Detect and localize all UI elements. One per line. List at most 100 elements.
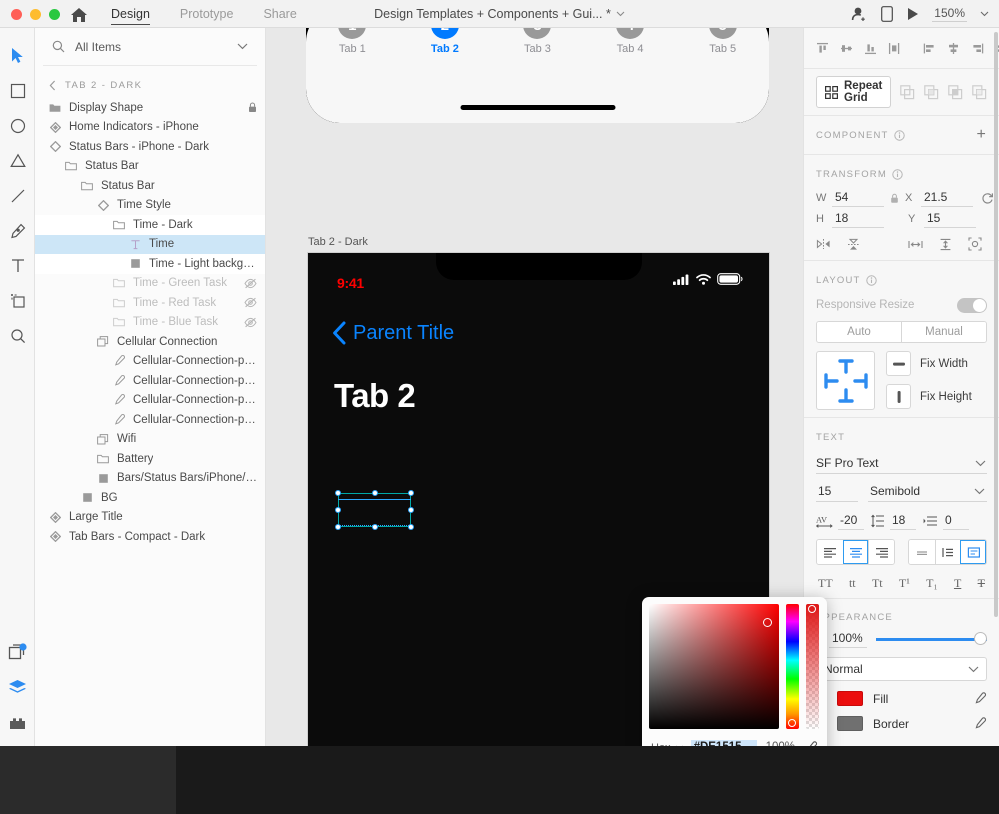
- chevron-left-icon[interactable]: [49, 80, 56, 91]
- auto-height-text-icon[interactable]: [935, 540, 961, 564]
- layer-row[interactable]: Time - Blue Task: [35, 313, 265, 333]
- artboard-tabbar-light[interactable]: 1 Tab 12 Tab 23 Tab 34 Tab 45 Tab 5: [306, 28, 769, 123]
- fixed-height-text-icon[interactable]: [909, 540, 935, 564]
- eyedropper-icon[interactable]: [973, 717, 987, 731]
- info-icon[interactable]: [894, 130, 905, 141]
- resize-handle-se[interactable]: [408, 524, 414, 530]
- layer-row[interactable]: Large Title: [35, 508, 265, 528]
- select-tool[interactable]: [0, 38, 35, 73]
- distribute-right-icon[interactable]: [971, 42, 984, 55]
- distribute-center-icon[interactable]: [947, 42, 960, 55]
- flip-horizontal-icon[interactable]: [816, 238, 831, 250]
- layer-row[interactable]: Cellular-Connection-path: [35, 410, 265, 430]
- width-value[interactable]: 54: [832, 189, 884, 207]
- align-text-center-icon[interactable]: [843, 540, 869, 564]
- border-color-swatch[interactable]: [837, 716, 863, 731]
- layer-row[interactable]: BG: [35, 488, 265, 508]
- y-value[interactable]: 15: [924, 210, 976, 228]
- layer-row[interactable]: Cellular Connection: [35, 332, 265, 352]
- tab-item-5[interactable]: 5 Tab 5: [676, 28, 769, 55]
- opacity-slider-knob[interactable]: [974, 632, 987, 645]
- link-aspect-icon[interactable]: [890, 193, 899, 204]
- constraints-icon[interactable]: [816, 351, 875, 410]
- lowercase-button[interactable]: tt: [849, 576, 856, 591]
- fill-color-swatch[interactable]: [837, 691, 863, 706]
- layout-mode-manual[interactable]: Manual: [901, 322, 986, 342]
- subtract-icon[interactable]: [924, 85, 939, 100]
- search-input[interactable]: All Items: [75, 40, 237, 54]
- tab-prototype[interactable]: Prototype: [165, 0, 249, 28]
- play-icon[interactable]: [906, 7, 919, 21]
- align-bottom-icon[interactable]: [864, 42, 877, 55]
- font-family-select[interactable]: SF Pro Text: [816, 453, 987, 474]
- resize-handle-nw[interactable]: [335, 490, 341, 496]
- layer-row[interactable]: Cellular-Connection-path: [35, 371, 265, 391]
- resize-handle-sw[interactable]: [335, 524, 341, 530]
- fix-width-icon[interactable]: [886, 351, 911, 376]
- opacity-value[interactable]: 100%: [829, 630, 867, 648]
- tab-item-2[interactable]: 2 Tab 2: [399, 28, 492, 55]
- layer-row[interactable]: Cellular-Connection-path: [35, 391, 265, 411]
- align-text-left-icon[interactable]: [817, 540, 843, 564]
- chevron-down-icon[interactable]: [237, 43, 248, 50]
- tracking-field[interactable]: AV -20: [816, 512, 864, 530]
- opacity-slider[interactable]: [876, 632, 987, 646]
- x-value[interactable]: 21.5: [921, 189, 973, 207]
- layer-row[interactable]: Status Bar: [35, 176, 265, 196]
- font-size-input[interactable]: 15: [816, 481, 858, 502]
- status-time-text[interactable]: 9:41: [337, 275, 364, 291]
- alpha-cursor[interactable]: [808, 605, 816, 613]
- layer-row[interactable]: Tab Bars - Compact - Dark: [35, 527, 265, 547]
- plus-icon[interactable]: +: [976, 127, 987, 143]
- navigation-back-button[interactable]: Parent Title: [332, 321, 454, 345]
- ellipse-tool[interactable]: [0, 108, 35, 143]
- eye-off-icon[interactable]: [244, 317, 257, 328]
- exclude-overlap-icon[interactable]: [972, 85, 987, 100]
- tab-item-3[interactable]: 3 Tab 3: [491, 28, 584, 55]
- device-preview-icon[interactable]: [881, 6, 893, 22]
- layer-row[interactable]: Home Indicators - iPhone: [35, 118, 265, 138]
- magnifier-icon[interactable]: [0, 318, 35, 353]
- hex-input[interactable]: #DE1515: [691, 740, 757, 746]
- text-tool[interactable]: [0, 248, 35, 283]
- layer-row[interactable]: Time - Green Task: [35, 274, 265, 294]
- line-height-field[interactable]: 18: [871, 512, 916, 530]
- layer-row[interactable]: Time: [35, 235, 265, 255]
- artboard-name-label[interactable]: Tab 2 - Dark: [308, 236, 368, 248]
- lock-icon[interactable]: [248, 102, 257, 113]
- align-top-icon[interactable]: [816, 42, 829, 55]
- eyedropper-icon[interactable]: [973, 692, 987, 706]
- width-field[interactable]: W 54: [816, 189, 884, 207]
- color-mode-select[interactable]: Hex: [651, 742, 684, 746]
- saturation-value-area[interactable]: [649, 604, 779, 729]
- layer-row[interactable]: Wifi: [35, 430, 265, 450]
- distribute-v-icon[interactable]: [939, 238, 952, 251]
- font-style-select[interactable]: Semibold: [868, 481, 987, 502]
- info-icon[interactable]: [892, 169, 903, 180]
- pen-tool[interactable]: [0, 213, 35, 248]
- fix-width-row[interactable]: Fix Width: [886, 351, 972, 376]
- rectangle-tool[interactable]: [0, 73, 35, 108]
- line-tool[interactable]: [0, 178, 35, 213]
- hue-cursor[interactable]: [788, 719, 796, 727]
- eye-off-icon[interactable]: [244, 278, 257, 289]
- align-vertical-center-icon[interactable]: [840, 42, 853, 55]
- layer-row[interactable]: Battery: [35, 449, 265, 469]
- tab-item-4[interactable]: 4 Tab 4: [584, 28, 677, 55]
- layer-row[interactable]: Time - Dark: [35, 215, 265, 235]
- add-icon[interactable]: [900, 85, 915, 100]
- resize-handle-ne[interactable]: [408, 490, 414, 496]
- tab-item-1[interactable]: 1 Tab 1: [306, 28, 399, 55]
- chevron-down-icon[interactable]: [980, 11, 989, 17]
- home-icon[interactable]: [68, 5, 90, 25]
- intersect-icon[interactable]: [948, 85, 963, 100]
- distribute-h-icon[interactable]: [908, 239, 923, 250]
- info-icon[interactable]: [866, 275, 877, 286]
- invite-user-icon[interactable]: [851, 6, 868, 22]
- layer-row[interactable]: Display Shape: [35, 98, 265, 118]
- height-field[interactable]: H 18: [816, 210, 884, 228]
- flip-vertical-icon[interactable]: [847, 238, 860, 251]
- zoom-level-value[interactable]: 150%: [932, 6, 967, 22]
- zoom-window-button[interactable]: [49, 9, 60, 20]
- subscript-button[interactable]: T₁: [926, 576, 938, 591]
